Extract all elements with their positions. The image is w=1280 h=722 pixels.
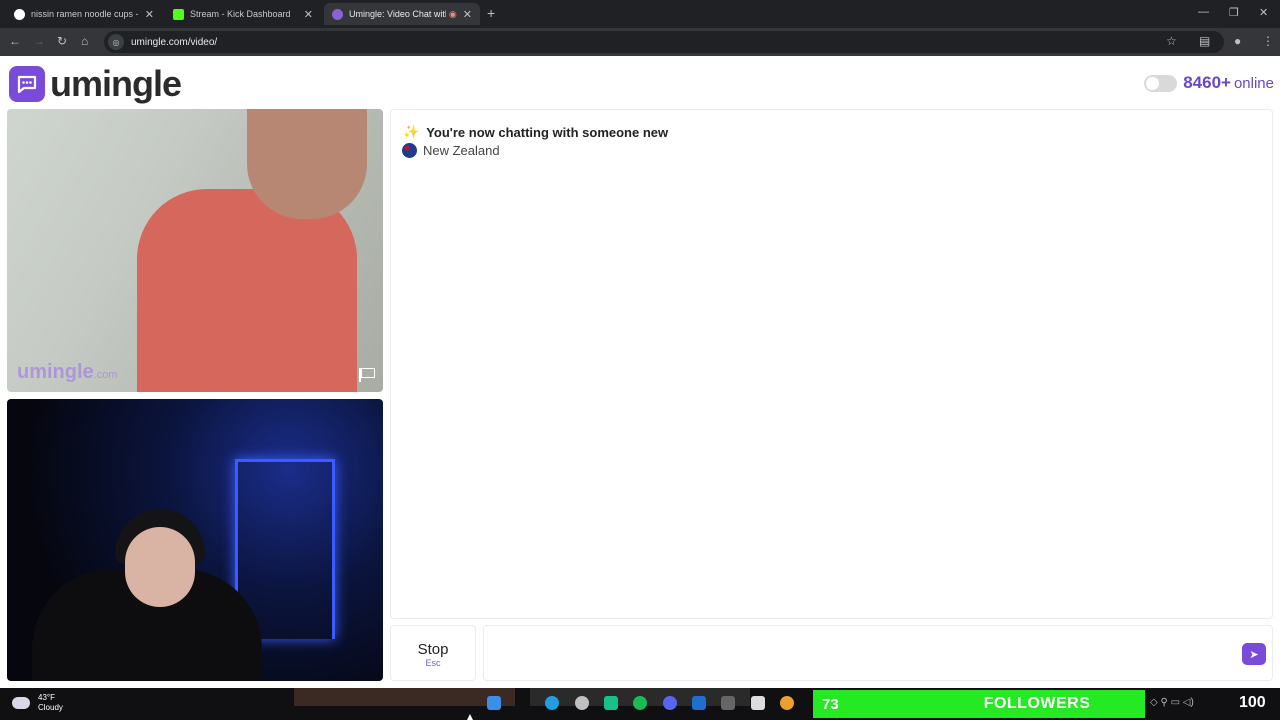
- stranger-head: [247, 109, 367, 219]
- temperature: 43°F: [38, 693, 55, 702]
- umingle-logo[interactable]: umingle: [9, 63, 182, 105]
- chrome-icon[interactable]: [780, 696, 794, 710]
- tab-umingle[interactable]: Umingle: Video Chat with S ◉ ✕: [324, 3, 480, 25]
- obs-icon[interactable]: [575, 696, 589, 710]
- app-icon[interactable]: [721, 696, 735, 710]
- weather-widget[interactable]: 43°F Cloudy: [12, 693, 280, 713]
- browser-toolbar: ← → ↻ ⌂ ◎ umingle.com/video/ ☆ ▤ ● ⋮: [0, 28, 1280, 56]
- online-label: online: [1233, 74, 1274, 92]
- app-icon[interactable]: [692, 696, 706, 710]
- report-flag-icon[interactable]: [359, 368, 375, 382]
- self-video: [7, 399, 383, 681]
- back-icon[interactable]: ←: [9, 34, 21, 48]
- restore-icon[interactable]: ❐: [1229, 6, 1239, 19]
- app-icon[interactable]: [751, 696, 765, 710]
- cloud-icon: [12, 697, 30, 709]
- sparkle-icon: ✨: [403, 124, 420, 139]
- umingle-favicon-icon: [332, 8, 343, 20]
- start-icon[interactable]: [487, 696, 501, 710]
- reload-icon[interactable]: ↻: [57, 34, 67, 48]
- kick-favicon-icon: [173, 8, 184, 20]
- discord-icon[interactable]: [663, 696, 677, 710]
- chat-panel: ✨ You're now chatting with someone new N…: [390, 109, 1273, 619]
- url-text[interactable]: umingle.com/video/: [131, 37, 217, 48]
- stream-overlay-image: [294, 688, 515, 706]
- edge-icon[interactable]: [545, 696, 559, 710]
- followers-label: FOLLOWERS: [983, 695, 1091, 712]
- followers-count: 73: [822, 695, 839, 713]
- online-status: 8460+ online: [1144, 73, 1274, 93]
- browser-tab-bar: nissin ramen noodle cups - Go ✕ Stream -…: [0, 0, 1280, 28]
- tab-title: Stream - Kick Dashboard: [190, 9, 291, 19]
- close-tab-icon[interactable]: ✕: [463, 8, 472, 21]
- profile-avatar-icon[interactable]: ●: [1234, 34, 1241, 48]
- tab-kick-dashboard[interactable]: Stream - Kick Dashboard ✕: [165, 3, 321, 25]
- spotify-icon[interactable]: [633, 696, 647, 710]
- send-icon[interactable]: ➤: [1242, 643, 1266, 665]
- bookmark-star-icon[interactable]: ☆: [1166, 34, 1177, 48]
- home-icon[interactable]: ⌂: [81, 34, 88, 48]
- new-tab-icon[interactable]: +: [487, 5, 495, 21]
- close-window-icon[interactable]: ✕: [1259, 6, 1268, 19]
- followers-overlay: 73 FOLLOWERS: [813, 690, 1145, 718]
- app-icon[interactable]: [604, 696, 618, 710]
- tab-title: Umingle: Video Chat with S: [349, 9, 446, 19]
- close-tab-icon[interactable]: ✕: [145, 8, 154, 21]
- theme-toggle[interactable]: [1144, 74, 1178, 92]
- new-zealand-flag-icon: [402, 143, 417, 158]
- self-face: [125, 527, 195, 607]
- minimize-icon[interactable]: —: [1198, 6, 1209, 18]
- recording-icon: ◉: [448, 8, 457, 19]
- mouse-cursor-icon: [466, 714, 474, 722]
- online-count: 8460+: [1183, 73, 1231, 92]
- system-message: ✨ You're now chatting with someone new: [403, 124, 669, 140]
- system-tray-icons[interactable]: ◇ ⚲ ▭ ◁): [1150, 697, 1194, 708]
- tab-google-search[interactable]: nissin ramen noodle cups - Go ✕: [6, 3, 162, 25]
- menu-icon[interactable]: ⋮: [1262, 34, 1274, 48]
- stranger-figure: [137, 189, 357, 392]
- site-info-icon[interactable]: ◎: [108, 34, 124, 50]
- side-panel-icon[interactable]: ▤: [1199, 34, 1210, 48]
- weather-condition: Cloudy: [38, 703, 63, 712]
- logo-text: umingle: [50, 63, 182, 104]
- address-bar[interactable]: ◎ umingle.com/video/: [104, 31, 1224, 53]
- stranger-video: umingle.com: [7, 109, 383, 392]
- tab-title: nissin ramen noodle cups - Go: [31, 9, 139, 19]
- forward-icon[interactable]: →: [33, 34, 45, 48]
- umingle-watermark: umingle.com: [17, 361, 118, 383]
- stop-button[interactable]: Stop Esc: [390, 625, 476, 681]
- message-input[interactable]: ➤: [483, 625, 1273, 681]
- country-name: New Zealand: [423, 143, 500, 158]
- overlay-number: 100: [1239, 694, 1266, 711]
- taskbar: 43°F Cloudy 73 FOLLOWERS ◇ ⚲ ▭ ◁) 100: [0, 688, 1280, 720]
- country-info: New Zealand: [402, 143, 500, 158]
- google-favicon-icon: [14, 8, 25, 20]
- close-tab-icon[interactable]: ✕: [304, 8, 313, 21]
- chat-bubble-icon: [9, 66, 45, 102]
